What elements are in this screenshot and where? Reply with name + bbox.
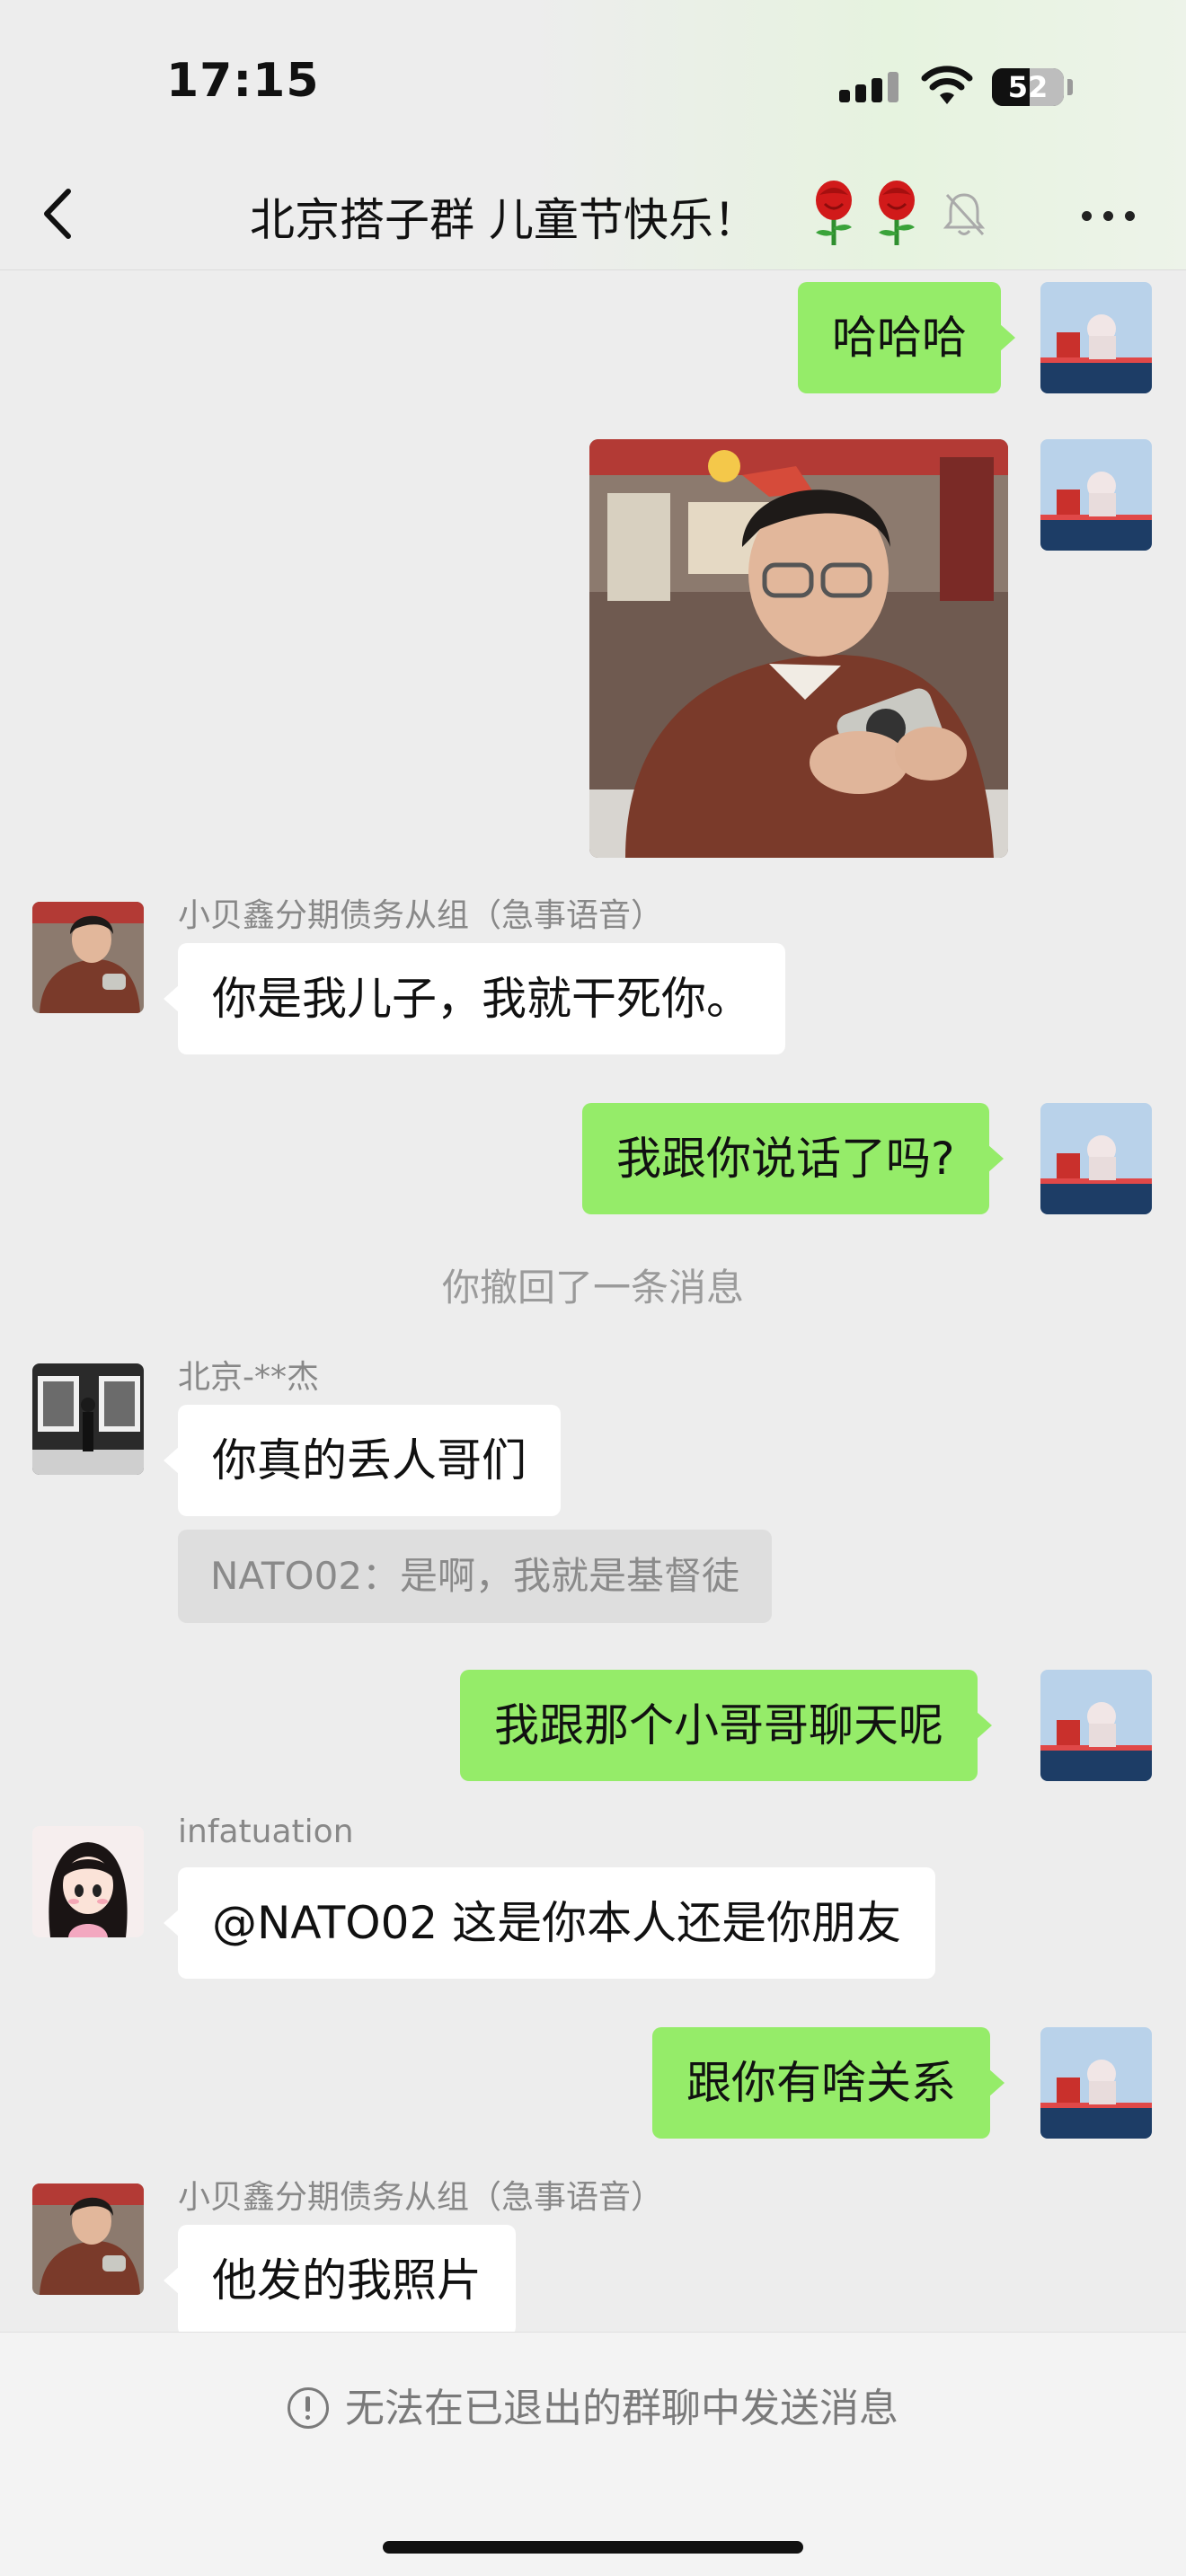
- message-list[interactable]: 哈哈哈 小贝鑫分期债务从组（急事语音） 你是我儿子，我就干死你。 我跟你说话了吗…: [0, 270, 1186, 2332]
- sender-avatar[interactable]: [32, 1826, 144, 1937]
- message-bubble-incoming[interactable]: 他发的我照片: [164, 2225, 516, 2332]
- status-bar: 17:15 52: [0, 0, 1186, 157]
- my-avatar[interactable]: [1040, 2027, 1152, 2139]
- mute-bell-icon: [943, 193, 986, 236]
- quoted-message[interactable]: NATO02：是啊，我就是基督徒: [178, 1530, 773, 1623]
- cellular-signal-icon: [839, 70, 902, 102]
- battery-icon: 52: [992, 68, 1064, 106]
- message-bubble-outgoing[interactable]: 哈哈哈: [798, 282, 1015, 393]
- message-bubble-outgoing[interactable]: 跟你有啥关系: [652, 2027, 1005, 2139]
- status-time: 17:15: [166, 54, 320, 108]
- sender-name: infatuation: [178, 1813, 354, 1850]
- left-group-notice: 无法在已退出的群聊中发送消息: [0, 2376, 1186, 2433]
- battery-cap: [1067, 79, 1073, 95]
- home-indicator[interactable]: [383, 2541, 803, 2554]
- my-avatar[interactable]: [1040, 1670, 1152, 1781]
- wifi-icon: [921, 66, 973, 104]
- left-group-notice-text: 无法在已退出的群聊中发送消息: [345, 2386, 898, 2431]
- sender-name: 小贝鑫分期债务从组（急事语音）: [178, 897, 664, 934]
- input-disabled-bar: 无法在已退出的群聊中发送消息: [0, 2332, 1186, 2576]
- rose-icon: [879, 181, 915, 245]
- sender-name: 北京-**杰: [178, 1359, 319, 1396]
- photo-message[interactable]: [589, 439, 1008, 858]
- info-icon: [288, 2387, 329, 2429]
- chat-header: 北京搭子群 儿童节快乐！: [0, 157, 1186, 270]
- my-avatar[interactable]: [1040, 439, 1152, 551]
- my-avatar[interactable]: [1040, 282, 1152, 393]
- back-icon[interactable]: [34, 182, 88, 245]
- message-bubble-outgoing[interactable]: 我跟那个小哥哥聊天呢: [460, 1670, 992, 1781]
- message-bubble-incoming[interactable]: @NATO02 这是你本人还是你朋友: [163, 1867, 936, 1979]
- rose-icon: [816, 181, 852, 245]
- message-bubble-outgoing[interactable]: 我跟你说话了吗?: [582, 1103, 1004, 1214]
- battery-level: 52: [1007, 70, 1049, 104]
- sender-avatar[interactable]: [32, 902, 144, 1013]
- more-options-icon[interactable]: [1075, 190, 1143, 240]
- message-bubble-incoming[interactable]: 你是我儿子，我就干死你。: [164, 943, 785, 1054]
- system-message-recalled: 你撤回了一条消息: [441, 1266, 744, 1310]
- sender-avatar[interactable]: [32, 2183, 144, 2295]
- sender-avatar[interactable]: [32, 1363, 144, 1475]
- chat-title[interactable]: 北京搭子群 儿童节快乐！: [250, 184, 758, 249]
- sender-name: 小贝鑫分期债务从组（急事语音）: [178, 2179, 664, 2216]
- message-bubble-incoming[interactable]: 你真的丢人哥们: [164, 1405, 561, 1516]
- my-avatar[interactable]: [1040, 1103, 1152, 1214]
- wechat-group-chat-screen: 17:15 52 北京搭子群 儿童节快乐！ 哈哈哈 小贝鑫分期债务从组（急事语音…: [0, 0, 1186, 2576]
